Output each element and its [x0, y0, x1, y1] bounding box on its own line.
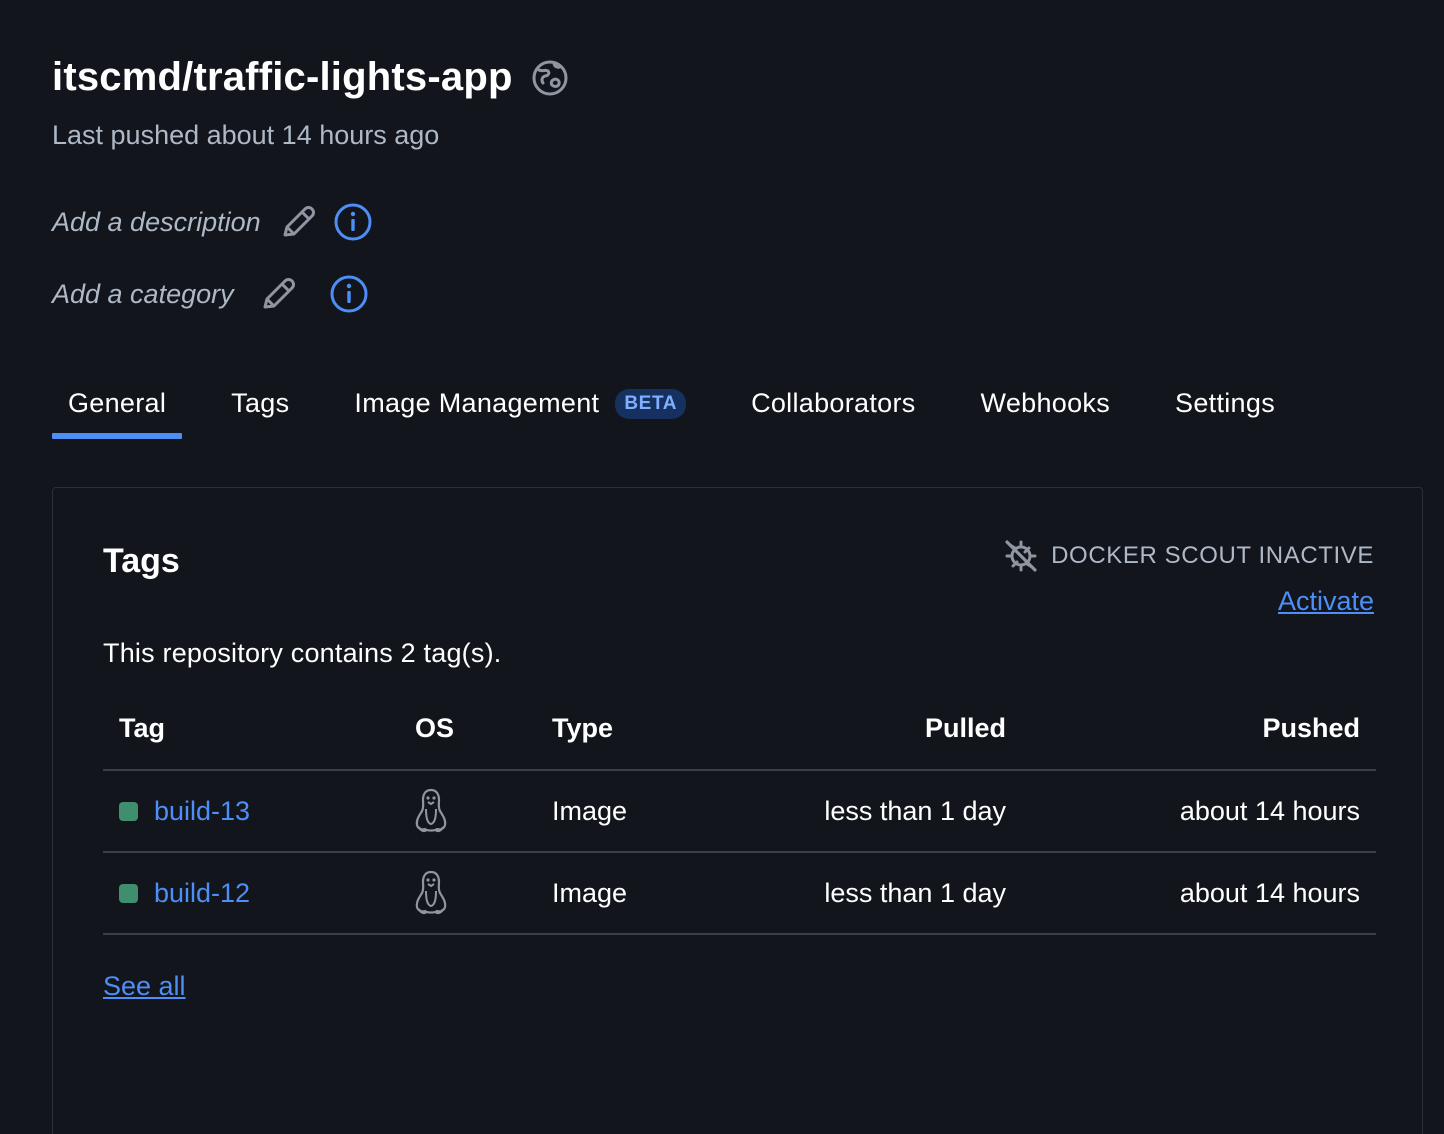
tab-label: Webhooks	[980, 388, 1111, 418]
tag-cell: build-12	[103, 878, 363, 909]
column-header-pushed[interactable]: Pushed	[1006, 713, 1376, 744]
table-row: build-12 Image less than 1 day about 14 …	[103, 853, 1376, 935]
card-title: Tags	[103, 542, 180, 580]
column-header-type: Type	[552, 713, 614, 743]
add-category-text[interactable]: Add a category	[52, 279, 234, 310]
pencil-icon[interactable]	[279, 203, 317, 241]
pushed-cell: about 14 hours	[1179, 877, 1360, 908]
status-indicator	[119, 883, 138, 903]
scout-inactive-icon	[1005, 540, 1037, 572]
scout-status-line: DOCKER SCOUT INACTIVE	[1003, 538, 1374, 574]
pulled-cell: less than 1 day	[824, 877, 1006, 908]
table-header-row: Tag OS Type Pulled Pushed	[103, 688, 1376, 771]
see-all-link[interactable]: See all	[103, 971, 186, 1002]
globe-icon	[532, 60, 568, 95]
linux-icon	[415, 788, 447, 833]
tab-settings[interactable]: Settings	[1159, 380, 1291, 439]
linux-icon	[415, 870, 447, 915]
tab-bar: General Tags Image Management BETA Colla…	[52, 380, 1324, 439]
tab-label: Tags	[231, 388, 290, 418]
category-row: Add a category	[52, 274, 369, 314]
title-row: itscmd/traffic-lights-app	[52, 55, 569, 100]
tab-general[interactable]: General	[52, 380, 183, 439]
os-cell	[363, 869, 488, 917]
tab-webhooks[interactable]: Webhooks	[965, 380, 1126, 439]
tags-card: Tags DOCKER SCOUT INACTIVE Activate This…	[52, 487, 1423, 1134]
tab-tags[interactable]: Tags	[215, 380, 305, 439]
page-title: itscmd/traffic-lights-app	[52, 55, 513, 99]
tab-image-management[interactable]: Image Management BETA	[338, 380, 702, 439]
tab-label: General	[68, 388, 167, 418]
pushed-cell: about 14 hours	[1179, 795, 1360, 826]
type-cell: Image	[552, 877, 628, 908]
tag-count-text: This repository contains 2 tag(s).	[103, 638, 502, 668]
info-icon[interactable]	[329, 274, 369, 314]
tag-cell: build-13	[103, 796, 363, 827]
tag-link[interactable]: build-13	[154, 796, 250, 827]
os-cell	[363, 787, 488, 835]
repository-page: itscmd/traffic-lights-app Last pushed ab…	[0, 0, 1444, 1134]
tab-collaborators[interactable]: Collaborators	[735, 380, 931, 439]
type-cell: Image	[552, 795, 628, 826]
column-header-os: OS	[415, 713, 455, 743]
column-header-tag[interactable]: Tag	[103, 713, 363, 744]
tags-table: Tag OS Type Pulled Pushed build-13 Image…	[103, 688, 1376, 935]
tab-label: Collaborators	[751, 388, 916, 418]
docker-scout-status: DOCKER SCOUT INACTIVE Activate	[1003, 538, 1374, 617]
status-indicator	[119, 801, 138, 821]
column-header-pulled[interactable]: Pulled	[728, 713, 1006, 744]
pencil-icon[interactable]	[259, 275, 297, 313]
tag-link[interactable]: build-12	[154, 878, 250, 909]
tab-label: Settings	[1175, 388, 1275, 418]
scout-status-text: DOCKER SCOUT INACTIVE	[1051, 542, 1374, 569]
tab-label: Image Management	[354, 388, 600, 418]
last-pushed-text: Last pushed about 14 hours ago	[52, 120, 440, 150]
activate-link[interactable]: Activate	[1278, 586, 1374, 617]
info-icon[interactable]	[333, 202, 373, 242]
pulled-cell: less than 1 day	[824, 795, 1006, 826]
add-description-text[interactable]: Add a description	[52, 207, 261, 238]
description-row: Add a description	[52, 202, 373, 242]
beta-badge: BETA	[615, 388, 687, 419]
table-row: build-13 Image less than 1 day about 14 …	[103, 771, 1376, 853]
